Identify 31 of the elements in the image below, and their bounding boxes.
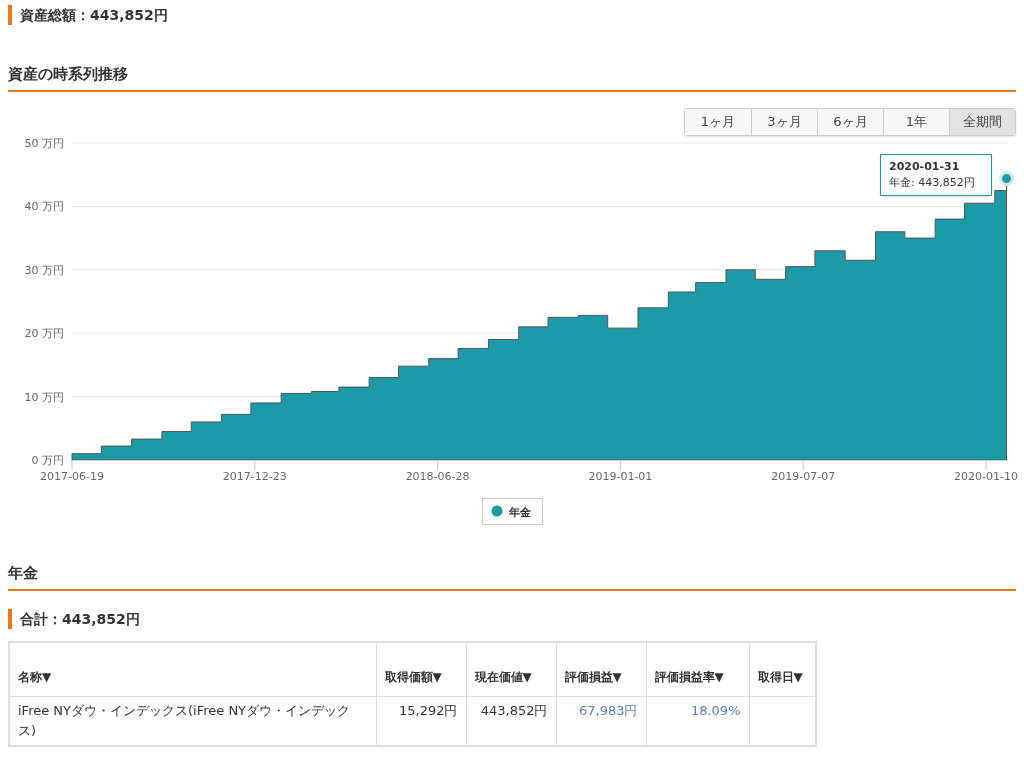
tooltip-value: 年金: 443,852円 bbox=[889, 175, 976, 191]
range-tab[interactable]: 6ヶ月 bbox=[817, 109, 883, 135]
column-header[interactable]: 取得価額▼ bbox=[376, 642, 466, 696]
range-tab[interactable]: 全期間 bbox=[949, 109, 1015, 135]
hover-point bbox=[999, 171, 1015, 187]
range-tab[interactable]: 1ヶ月 bbox=[685, 109, 751, 135]
column-header[interactable]: 名称▼ bbox=[9, 642, 376, 696]
legend-label: 年金 bbox=[509, 505, 531, 519]
section-heading: 資産の時系列推移 bbox=[8, 64, 1016, 92]
x-axis-label: 2019-01-01 bbox=[588, 470, 653, 483]
range-tab[interactable]: 1年 bbox=[883, 109, 949, 135]
x-axis-label: 2018-06-28 bbox=[405, 470, 470, 483]
y-axis-label: 10 万円 bbox=[24, 390, 64, 404]
y-axis-label: 20 万円 bbox=[24, 327, 64, 341]
total-assets-heading: 資産総額：443,852円 bbox=[8, 5, 1016, 25]
column-header[interactable]: 現在価値▼ bbox=[466, 642, 556, 696]
x-axis-label: 2017-06-19 bbox=[40, 470, 104, 483]
x-axis-label: 2017-12-23 bbox=[222, 470, 287, 483]
y-axis-label: 0 万円 bbox=[31, 454, 64, 467]
legend[interactable]: 年金 bbox=[482, 498, 543, 525]
y-axis-label: 50 万円 bbox=[24, 137, 64, 150]
y-axis-label: 30 万円 bbox=[24, 263, 64, 277]
section-heading: 年金 bbox=[8, 563, 1016, 591]
x-axis-label: 2020-01-10 bbox=[954, 470, 1018, 483]
range-tab[interactable]: 3ヶ月 bbox=[751, 109, 817, 135]
column-header[interactable]: 評価損益▼ bbox=[556, 642, 646, 696]
tooltip-date: 2020-01-31 bbox=[889, 159, 961, 175]
column-header[interactable]: 評価損益率▼ bbox=[646, 642, 749, 696]
y-axis-label: 40 万円 bbox=[24, 200, 64, 214]
subtotal-heading: 合計：443,852円 bbox=[8, 609, 1016, 629]
x-axis-label: 2019-07-07 bbox=[771, 470, 836, 483]
